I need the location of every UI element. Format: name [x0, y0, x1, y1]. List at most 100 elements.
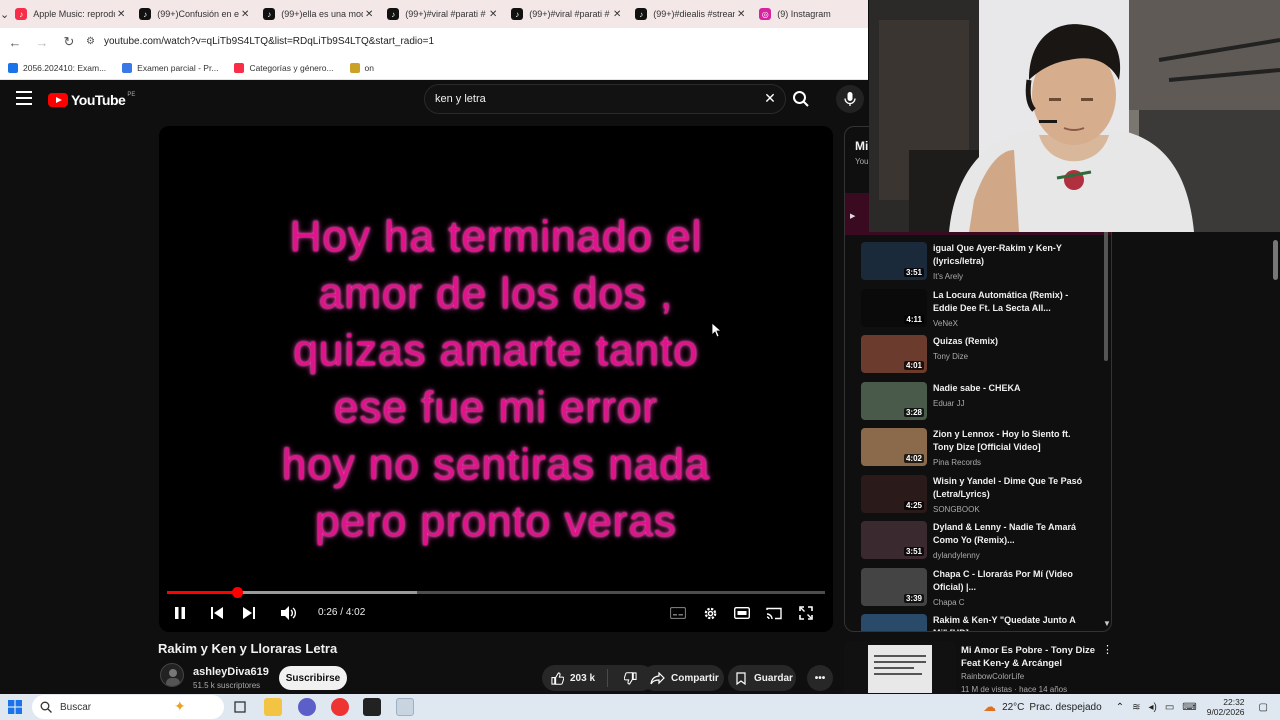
playlist-scroll-down-icon[interactable]: ▼: [1103, 619, 1111, 628]
playlist-scrollbar[interactable]: [1104, 231, 1108, 361]
previous-icon[interactable]: [207, 604, 227, 622]
taskbar-search[interactable]: Buscar ✦: [32, 695, 224, 719]
task-view-icon[interactable]: [231, 698, 249, 716]
video-player[interactable]: Hoy ha terminado el amor de los dos , quiz…: [159, 126, 833, 632]
file-explorer-icon[interactable]: [264, 698, 282, 716]
page-scrollbar[interactable]: [1271, 232, 1280, 694]
recommended-title[interactable]: Mi Amor Es Pobre - Tony Dize Feat Ken-y …: [961, 644, 1101, 670]
site-info-icon[interactable]: ⚙: [86, 36, 95, 47]
battery-icon[interactable]: ▭: [1165, 702, 1174, 713]
recommended-more-icon[interactable]: ⋮: [1102, 643, 1113, 656]
wifi-icon[interactable]: ≋: [1132, 702, 1140, 713]
subtitles-icon[interactable]: [668, 604, 688, 622]
youtube-logo[interactable]: YouTube PE: [48, 92, 135, 108]
back-arrow-icon[interactable]: ←: [3, 30, 27, 54]
theater-mode-icon[interactable]: [732, 604, 752, 622]
obs-icon[interactable]: [363, 698, 381, 716]
tab-close-icon[interactable]: ✕: [735, 9, 747, 20]
youtube-play-icon: [48, 93, 68, 107]
playlist-item-title: La Locura Automática (Remix) - Eddie Dee…: [933, 289, 1069, 313]
browser-tab[interactable]: ♪ (99+)#diealis #stream ✕: [629, 0, 753, 28]
active-app-icon[interactable]: [396, 698, 414, 716]
tab-title: (99+)Confusión en el: [157, 9, 240, 19]
progress-scrubber[interactable]: [232, 587, 244, 598]
bookmark-item[interactable]: on: [349, 62, 374, 73]
forward-arrow-icon[interactable]: →: [30, 30, 54, 54]
tab-close-icon[interactable]: ✕: [487, 9, 499, 20]
bookmark-item[interactable]: 2056.202410: Exam...: [8, 62, 106, 73]
reload-icon[interactable]: ↻: [57, 30, 81, 54]
playlist-thumbnail[interactable]: 3:28: [861, 381, 927, 420]
search-icon[interactable]: [792, 90, 810, 108]
video-duration: 4:25: [903, 500, 924, 510]
windows-start-icon[interactable]: [8, 700, 22, 714]
video-duration: 4:11: [904, 314, 924, 324]
playlist-thumbnail[interactable]: [861, 614, 927, 631]
subscribe-button[interactable]: Suscribirse: [279, 666, 347, 690]
volume-icon[interactable]: [279, 604, 299, 622]
recommended-channel: RainbowColorLife: [961, 672, 1025, 681]
youtube-header: YouTube PE ✕: [0, 81, 868, 119]
microphone-icon[interactable]: [836, 85, 864, 113]
search-input[interactable]: [435, 93, 735, 105]
notification-icon[interactable]: ▢: [1259, 702, 1268, 713]
browser-tab[interactable]: ♪ (99+)#viral #parati # ✕: [505, 0, 629, 28]
browser-tab[interactable]: ♪ (99+)Confusión en el ✕: [133, 0, 257, 28]
clear-search-icon[interactable]: ✕: [763, 91, 777, 105]
playlist-thumbnail[interactable]: 4:01: [861, 335, 927, 373]
discord-icon[interactable]: [298, 698, 316, 716]
bookmark-item[interactable]: Categorías y género...: [234, 62, 334, 73]
page-scrollbar-thumb[interactable]: [1273, 240, 1278, 280]
playlist-thumbnail[interactable]: 4:11: [861, 288, 927, 327]
channel-name[interactable]: ashleyDiva619: [193, 666, 269, 678]
save-button[interactable]: Guardar: [728, 665, 796, 691]
progress-bar[interactable]: [167, 587, 825, 598]
playlist-thumbnail[interactable]: 3:51: [861, 521, 927, 559]
chrome-icon[interactable]: [331, 698, 349, 716]
playlist-item-title: Quizas (Remix): [933, 336, 999, 346]
playlist-item[interactable]: 3:28 Nadie sabe - CHEKA Eduar JJ: [861, 381, 1101, 428]
next-icon[interactable]: [239, 604, 259, 622]
tab-close-icon[interactable]: ✕: [115, 9, 127, 20]
recommended-video[interactable]: Mi Amor Es Pobre - Tony Dize Feat Ken-y …: [844, 641, 1114, 697]
playlist-item[interactable]: 3:51 Dyland & Lenny - Nadie Te Amará Como…: [861, 521, 1101, 567]
fullscreen-icon[interactable]: [796, 604, 816, 622]
playlist-thumbnail[interactable]: 3:39: [861, 567, 927, 606]
url-field[interactable]: youtube.com/watch?v=qLiTb9S4LTQ&list=RDq…: [104, 36, 434, 47]
playlist-item[interactable]: Rakim & Ken-Y "Quedate Junto A Mi" [HD]: [861, 614, 1101, 631]
playlist-item[interactable]: 4:01 Quizas (Remix) Tony Dize: [861, 335, 1101, 381]
bookmark-icon: [736, 671, 746, 685]
keyboard-icon[interactable]: ⌨: [1182, 702, 1196, 713]
tab-close-icon[interactable]: ✕: [363, 9, 375, 20]
browser-tab[interactable]: ♪ (99+)#viral #parati # ✕: [381, 0, 505, 28]
settings-gear-icon[interactable]: [700, 604, 720, 622]
menu-icon[interactable]: [16, 91, 32, 107]
recommended-thumbnail[interactable]: [844, 641, 956, 697]
playlist-item[interactable]: 3:51 igual Que Ayer-Rakim y Ken-Y (lyrics…: [861, 242, 1101, 288]
playlist-item-title: Dyland & Lenny - Nadie Te Amará Como Yo …: [933, 522, 1077, 545]
share-button[interactable]: Compartir: [642, 665, 724, 691]
tab-close-icon[interactable]: ✕: [239, 9, 251, 20]
playlist-item[interactable]: 4:02 Zion y Lennox - Hoy lo Siento ft. To…: [861, 428, 1101, 474]
playlist-thumbnail[interactable]: 3:51: [861, 242, 927, 280]
browser-tab[interactable]: ♪ Apple Music: reproduc ✕: [9, 0, 133, 28]
bookmark-item[interactable]: Examen parcial - Pr...: [122, 62, 218, 73]
tab-search-chevron-icon[interactable]: ⌄: [0, 0, 9, 28]
browser-tab[interactable]: ◎ (9) Instagram: [753, 0, 877, 28]
tab-close-icon[interactable]: ✕: [611, 9, 623, 20]
playlist-item[interactable]: 4:25 Wisin y Yandel - Dime Que Te Pasó (L…: [861, 474, 1101, 521]
volume-tray-icon[interactable]: ◂): [1148, 702, 1156, 713]
cast-icon[interactable]: [764, 604, 784, 622]
like-button[interactable]: 203 k: [542, 669, 608, 687]
more-actions-icon[interactable]: •••: [807, 665, 833, 691]
playlist-item[interactable]: 3:39 Chapa C - Llorarás Por Mí (Video Ofi…: [861, 567, 1101, 614]
pause-icon[interactable]: [170, 604, 190, 622]
playlist-item[interactable]: 4:11 La Locura Automática (Remix) - Eddie…: [861, 288, 1101, 335]
clock[interactable]: 22:32 9/02/2026: [1207, 697, 1245, 717]
tray-chevron-icon[interactable]: ⌃: [1116, 702, 1124, 713]
browser-tab[interactable]: ♪ (99+)ella es una mod ✕: [257, 0, 381, 28]
playlist-thumbnail[interactable]: 4:02: [861, 428, 927, 466]
channel-avatar[interactable]: [160, 663, 184, 687]
mouse-cursor-icon: [712, 323, 722, 338]
playlist-thumbnail[interactable]: 4:25: [861, 474, 927, 513]
